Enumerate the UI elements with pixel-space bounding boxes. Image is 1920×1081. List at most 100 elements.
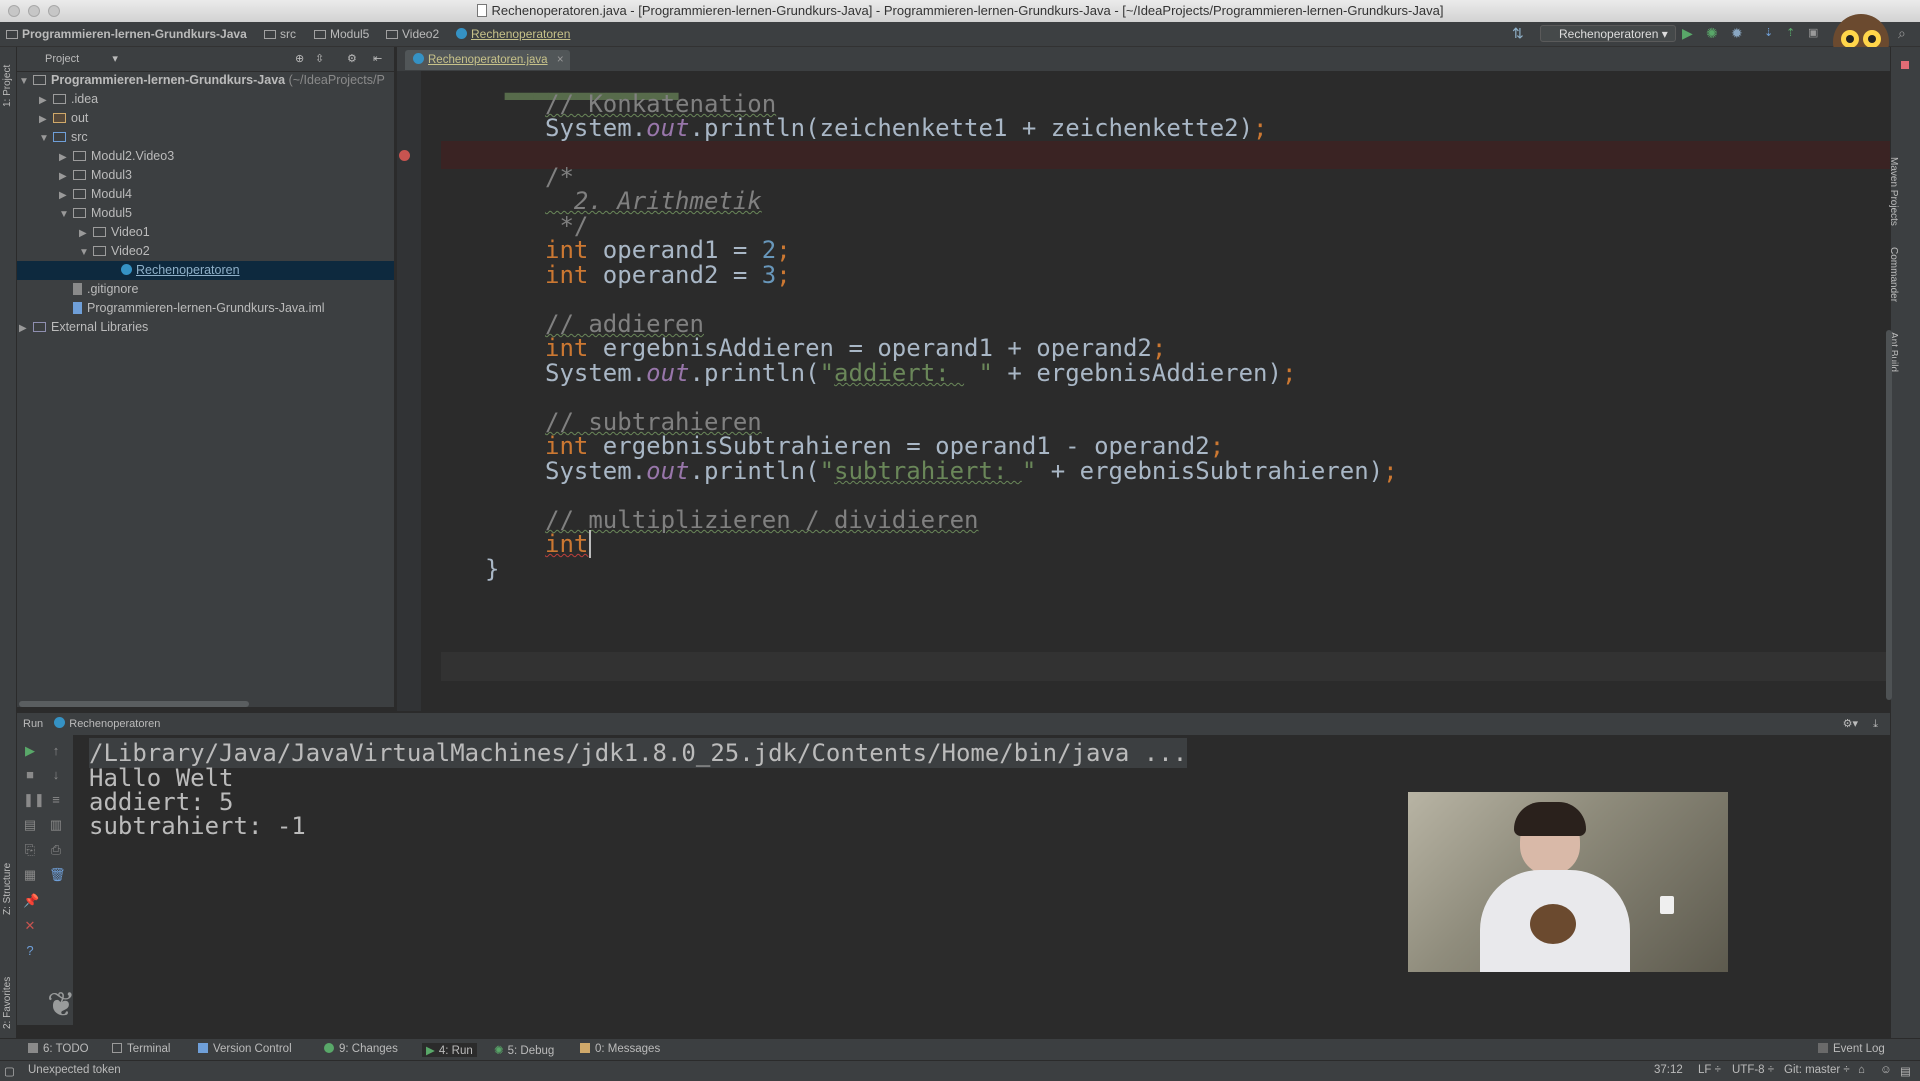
maven-projects-tool-tab[interactable]: Maven Projects: [1888, 157, 1899, 226]
gear-icon[interactable]: ⚙: [347, 47, 357, 71]
breadcrumb-modul5[interactable]: Modul5: [314, 27, 369, 41]
project-view-label[interactable]: Project: [45, 53, 79, 65]
run-icon[interactable]: ▶: [1682, 26, 1693, 40]
restore-layout-icon[interactable]: ⎘: [23, 843, 37, 856]
inspector-icon[interactable]: ☺: [1880, 1064, 1892, 1076]
run-panel-label: Run: [23, 718, 44, 730]
gear-icon[interactable]: ⚙▾: [1843, 713, 1858, 735]
clear-all-icon[interactable]: 🗑: [49, 868, 66, 881]
dropdown-icon[interactable]: ▾: [112, 53, 118, 65]
breadcrumb-src[interactable]: src: [264, 27, 296, 41]
tree-item-iml[interactable]: Programmieren-lernen-Grundkurs-Java.iml: [59, 299, 325, 318]
search-icon[interactable]: ⌕: [1898, 26, 1906, 40]
package-icon: [73, 208, 86, 218]
tool-window-todo[interactable]: 6: TODO: [28, 1043, 89, 1055]
status-message: Unexpected token: [28, 1064, 121, 1076]
scroll-up-icon[interactable]: ↑: [49, 744, 63, 757]
breadcrumb-class[interactable]: Rechenoperatoren: [456, 27, 570, 41]
debug-icon[interactable]: ✺: [1706, 26, 1718, 40]
editor-scrollbar[interactable]: [1886, 330, 1892, 700]
file-encoding[interactable]: UTF-8 ÷: [1732, 1064, 1774, 1076]
commander-tool-tab[interactable]: Commander: [1888, 247, 1899, 302]
tree-item-video2[interactable]: ▼ Video2: [79, 242, 150, 261]
scroll-from-source-icon[interactable]: ⊕: [295, 47, 304, 71]
close-icon[interactable]: ✕: [23, 919, 37, 932]
window-title: Rechenoperatoren.java - [Programmieren-l…: [0, 3, 1920, 18]
source-folder-icon: [53, 132, 66, 142]
tree-item-rechenoperatoren[interactable]: Rechenoperatoren: [17, 261, 394, 280]
run-tab-rechenoperatoren[interactable]: Rechenoperatoren: [69, 718, 160, 730]
hide-panel-icon[interactable]: ⤓: [1873, 713, 1878, 735]
tree-item-modul5[interactable]: ▼ Modul5: [59, 204, 132, 223]
breakpoint-line-highlight: [441, 141, 1890, 169]
dump-threads-icon[interactable]: ▤: [23, 818, 37, 831]
editor-tab-bar: Rechenoperatoren.java ×: [397, 47, 1890, 72]
structure-toolbar-icon[interactable]: ⇅: [1512, 26, 1524, 40]
editor-tab-rechenoperatoren[interactable]: Rechenoperatoren.java ×: [405, 50, 570, 70]
console-line-command: /Library/Java/JavaVirtualMachines/jdk1.8…: [89, 738, 1188, 768]
rerun-icon[interactable]: ▶: [23, 744, 37, 757]
version-control-icon: [198, 1043, 208, 1053]
run-configuration-select[interactable]: Rechenoperatoren ▾: [1540, 25, 1676, 42]
right-tool-strip: Maven Projects Commander Ant Build: [1888, 47, 1920, 1047]
breakpoint-icon[interactable]: [399, 150, 410, 161]
folder-icon: [53, 94, 66, 104]
structure-tool-tab[interactable]: Z: Structure: [2, 863, 13, 915]
print-icon[interactable]: ⎙: [49, 843, 63, 856]
tree-item-project-root[interactable]: ▼ Programmieren-lernen-Grundkurs-Java (~/…: [19, 71, 385, 90]
code-editor[interactable]: ▂▂▂▂▂▂▂▂▂▂▂▂ // Konkatenation System.out…: [441, 71, 1890, 711]
project-tool-tab[interactable]: 1: Project: [2, 65, 13, 107]
messages-icon: [580, 1043, 590, 1053]
tree-item-modul2-video3[interactable]: ▶ Modul2.Video3: [59, 147, 174, 166]
owl-logo-icon: [1530, 904, 1576, 944]
project-horizontal-scrollbar[interactable]: [19, 701, 249, 707]
tool-window-version-control[interactable]: Version Control: [198, 1043, 292, 1055]
settings-icon[interactable]: ▣: [1808, 26, 1818, 40]
line-separator[interactable]: LF ÷: [1698, 1064, 1721, 1076]
folder-icon: [264, 30, 276, 39]
tree-item-video1[interactable]: ▶ Video1: [79, 223, 150, 242]
tree-item-idea[interactable]: ▶ .idea: [39, 90, 98, 109]
close-tab-icon[interactable]: ×: [557, 50, 564, 70]
tree-item-modul4[interactable]: ▶ Modul4: [59, 185, 132, 204]
tree-item-modul3[interactable]: ▶ Modul3: [59, 166, 132, 185]
breadcrumb-video2[interactable]: Video2: [386, 27, 439, 41]
scroll-down-icon[interactable]: ↓: [49, 768, 63, 781]
tool-window-debug[interactable]: ✺ 5: Debug: [494, 1043, 554, 1057]
tree-item-external-libraries[interactable]: ▶ External Libraries: [19, 318, 148, 337]
tree-item-out[interactable]: ▶ out: [39, 109, 88, 128]
code-line-comment-multiplizieren: // multiplizieren / dividieren: [545, 506, 979, 534]
soft-wrap-icon[interactable]: ≡: [49, 793, 63, 806]
code-line-closing-brace: }: [485, 555, 500, 583]
vcs-update-icon[interactable]: ⇣: [1764, 26, 1773, 40]
pin-icon[interactable]: 📌: [23, 894, 39, 907]
stop-icon[interactable]: ■: [23, 768, 37, 781]
tool-window-run[interactable]: ▶ 4: Run: [422, 1043, 477, 1057]
layout-icon[interactable]: ▦: [23, 868, 37, 881]
status-toggle-icon[interactable]: ▢: [4, 1064, 15, 1078]
git-branch[interactable]: Git: master ÷: [1784, 1064, 1850, 1076]
vcs-commit-icon[interactable]: ⇡: [1786, 26, 1795, 40]
help-icon[interactable]: ?: [23, 944, 37, 957]
pause-icon[interactable]: ❚❚: [23, 793, 45, 806]
tool-window-terminal[interactable]: Terminal: [112, 1043, 170, 1055]
todo-icon: [28, 1043, 38, 1053]
tree-item-gitignore[interactable]: .gitignore: [59, 280, 138, 299]
collapse-all-icon[interactable]: ⇳: [315, 47, 324, 71]
tool-window-changes[interactable]: 9: Changes: [324, 1043, 398, 1055]
tool-window-event-log[interactable]: Event Log: [1818, 1043, 1885, 1055]
package-icon: [73, 189, 86, 199]
lock-icon[interactable]: ⌂: [1858, 1064, 1865, 1076]
breadcrumb-project[interactable]: Programmieren-lernen-Grundkurs-Java: [6, 27, 247, 41]
memory-icon[interactable]: ▤: [1900, 1064, 1911, 1078]
tool-window-messages[interactable]: 0: Messages: [580, 1043, 660, 1055]
status-bar: ▢ Unexpected token 37:12 LF ÷ UTF-8 ÷ Gi…: [0, 1060, 1920, 1081]
favorites-tool-tab[interactable]: 2: Favorites: [2, 977, 13, 1029]
coverage-icon[interactable]: ✹: [1731, 26, 1743, 40]
hide-panel-icon[interactable]: ⇤: [373, 47, 382, 71]
title-bar: Rechenoperatoren.java - [Programmieren-l…: [0, 0, 1920, 23]
caret-position[interactable]: 37:12: [1654, 1064, 1683, 1076]
tree-item-src[interactable]: ▼ src: [39, 128, 88, 147]
error-stripe-marker[interactable]: [1901, 61, 1909, 69]
scroll-to-end-icon[interactable]: ▥: [49, 818, 63, 831]
